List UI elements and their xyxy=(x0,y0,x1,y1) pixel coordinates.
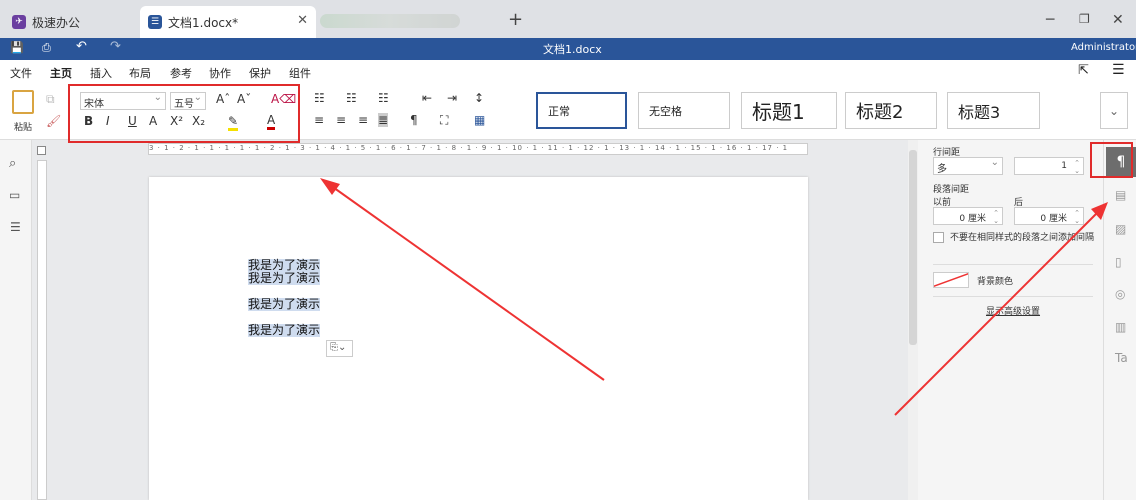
arrow-to-paragraph-icon xyxy=(894,209,1101,416)
arrow-to-font-group xyxy=(329,184,605,381)
arrowhead xyxy=(320,178,340,195)
annotation-arrows xyxy=(320,178,1108,416)
